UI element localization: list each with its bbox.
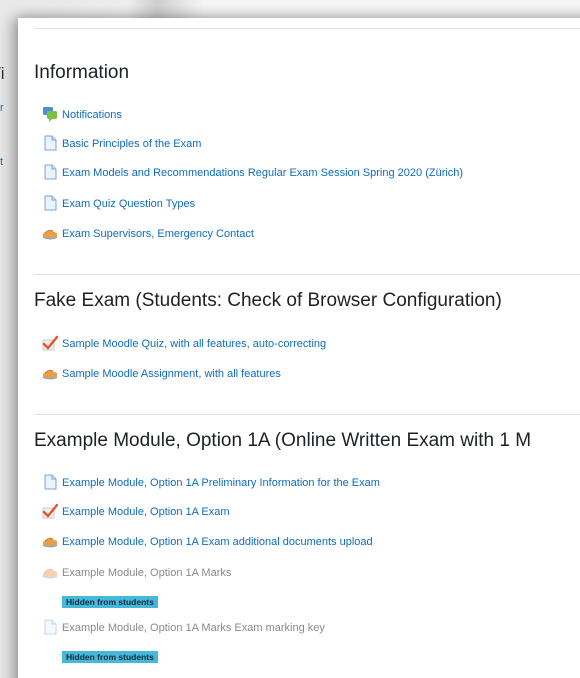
activity-quiz-question-types[interactable]: Exam Quiz Question Types bbox=[44, 195, 195, 213]
activity-link[interactable]: Example Module, Option 1A Preliminary In… bbox=[62, 477, 380, 489]
background-link-fragment[interactable]: t bbox=[0, 156, 3, 168]
activity-link[interactable]: Example Module, Option 1A Exam additiona… bbox=[62, 536, 373, 548]
file-icon bbox=[44, 135, 57, 151]
file-icon bbox=[44, 195, 57, 211]
background-window-top bbox=[0, 0, 580, 20]
activity-sample-assignment[interactable]: Sample Moodle Assignment, with all featu… bbox=[43, 365, 281, 383]
activity-link[interactable]: Exam Models and Recommendations Regular … bbox=[62, 167, 463, 179]
activity-basic-principles[interactable]: Basic Principles of the Exam bbox=[44, 135, 201, 153]
background-title-fragment: /i bbox=[0, 64, 5, 83]
screen: /i r t Information Notifications Basic P… bbox=[0, 0, 580, 678]
section-example-module: Example Module, Option 1A (Online Writte… bbox=[34, 414, 580, 452]
section-divider bbox=[34, 414, 580, 415]
activity-sample-quiz[interactable]: Sample Moodle Quiz, with all features, a… bbox=[42, 335, 326, 353]
quiz-icon bbox=[42, 335, 58, 351]
activity-preliminary-information[interactable]: Example Module, Option 1A Preliminary In… bbox=[44, 474, 380, 492]
forum-icon bbox=[43, 107, 57, 122]
section-title: Fake Exam (Students: Check of Browser Co… bbox=[34, 290, 502, 311]
activity-marking-key[interactable]: Example Module, Option 1A Marks Exam mar… bbox=[44, 619, 325, 637]
section-divider bbox=[34, 274, 580, 275]
activity-link[interactable]: Example Module, Option 1A Marks bbox=[62, 567, 231, 579]
quiz-icon bbox=[42, 503, 58, 519]
file-icon bbox=[44, 619, 57, 635]
background-link-fragment[interactable]: r bbox=[0, 102, 4, 114]
activity-link[interactable]: Example Module, Option 1A Exam bbox=[62, 506, 230, 518]
hidden-badge: Hidden from students bbox=[62, 651, 158, 663]
activity-documents-upload[interactable]: Example Module, Option 1A Exam additiona… bbox=[43, 533, 373, 551]
assignment-icon bbox=[43, 369, 57, 380]
assignment-icon bbox=[43, 229, 57, 240]
top-divider bbox=[34, 28, 580, 29]
activity-option-1a-exam[interactable]: Example Module, Option 1A Exam bbox=[42, 503, 230, 521]
hidden-badge: Hidden from students bbox=[62, 596, 158, 608]
activity-link[interactable]: Basic Principles of the Exam bbox=[62, 138, 201, 150]
activity-link[interactable]: Notifications bbox=[62, 109, 122, 121]
section-title: Example Module, Option 1A (Online Writte… bbox=[34, 430, 532, 451]
activity-link[interactable]: Example Module, Option 1A Marks Exam mar… bbox=[62, 622, 325, 634]
section-fake-exam: Fake Exam (Students: Check of Browser Co… bbox=[34, 274, 580, 312]
activity-exam-models[interactable]: Exam Models and Recommendations Regular … bbox=[44, 164, 463, 182]
section-title: Information bbox=[34, 62, 130, 83]
file-icon bbox=[44, 164, 57, 180]
assignment-icon bbox=[43, 537, 57, 548]
activity-notifications[interactable]: Notifications bbox=[43, 106, 122, 124]
activity-link[interactable]: Exam Supervisors, Emergency Contact bbox=[62, 228, 254, 240]
file-icon bbox=[44, 474, 57, 490]
activity-link[interactable]: Exam Quiz Question Types bbox=[62, 198, 195, 210]
assignment-icon bbox=[43, 568, 57, 579]
activity-link[interactable]: Sample Moodle Assignment, with all featu… bbox=[62, 368, 281, 380]
course-content: Information Notifications Basic Principl… bbox=[18, 18, 580, 678]
activity-link[interactable]: Sample Moodle Quiz, with all features, a… bbox=[62, 338, 326, 350]
activity-marks[interactable]: Example Module, Option 1A Marks bbox=[43, 564, 231, 582]
activity-exam-supervisors[interactable]: Exam Supervisors, Emergency Contact bbox=[43, 225, 254, 243]
section-information: Information bbox=[34, 62, 580, 84]
